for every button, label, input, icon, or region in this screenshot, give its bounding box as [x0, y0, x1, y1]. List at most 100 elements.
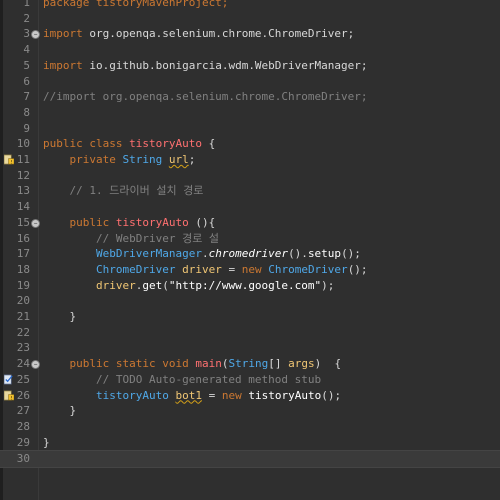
code-line[interactable]: 11! private String url; — [0, 152, 500, 168]
code-text[interactable] — [43, 419, 500, 435]
code-line[interactable]: 10 public class tistoryAuto { — [0, 136, 500, 152]
code-token: import — [43, 27, 83, 41]
code-line[interactable]: 13 // 1. 드라이버 설치 경로 — [0, 183, 500, 199]
code-token: } — [43, 310, 77, 323]
code-text[interactable]: public static void main(String[] args) { — [43, 356, 500, 372]
line-number: 9 — [23, 121, 30, 135]
code-text[interactable] — [43, 42, 500, 58]
code-line[interactable]: 2 — [0, 11, 500, 27]
code-text[interactable] — [43, 293, 500, 309]
line-number: 12 — [16, 168, 30, 182]
code-line[interactable]: 26! tistoryAuto bot1 = new tistoryAuto()… — [0, 388, 500, 404]
code-line[interactable]: 17 WebDriverManager.chromedriver().setup… — [0, 246, 500, 262]
code-text[interactable]: public class tistoryAuto { — [43, 136, 500, 152]
code-text[interactable] — [43, 121, 500, 137]
code-line[interactable]: 22 — [0, 325, 500, 341]
code-line[interactable]: 28 — [0, 419, 500, 435]
code-line[interactable]: 5 import io.github.bonigarcia.wdm.WebDriv… — [0, 58, 500, 74]
code-line[interactable]: 24− public static void main(String[] arg… — [0, 356, 500, 372]
code-text[interactable] — [43, 74, 500, 90]
code-line[interactable]: 23 — [0, 340, 500, 356]
code-token: ( — [162, 278, 169, 292]
code-token: (){ — [188, 215, 216, 229]
code-text[interactable] — [43, 325, 500, 341]
code-line[interactable]: 16 // WebDriver 경로 설 — [0, 231, 500, 247]
line-number: 24 — [16, 357, 30, 371]
code-text[interactable] — [43, 199, 500, 215]
code-text[interactable]: WebDriverManager.chromedriver().setup(); — [43, 246, 500, 262]
line-number: 13 — [16, 184, 30, 198]
code-line[interactable]: 20 — [0, 293, 500, 309]
fold-toggle-icon[interactable]: − — [31, 30, 40, 40]
code-line[interactable]: 8 — [0, 105, 500, 121]
code-token: //import org.openqa.selenium.chrome.Chro… — [43, 90, 368, 104]
code-text[interactable]: import org.openqa.selenium.chrome.Chrome… — [43, 26, 500, 42]
code-text[interactable]: package tistoryMavenProject; — [43, 0, 500, 11]
code-token: new — [221, 388, 242, 402]
code-line[interactable]: 30 — [0, 450, 500, 468]
code-text[interactable]: } — [43, 435, 500, 451]
code-text[interactable]: public tistoryAuto (){ — [43, 215, 500, 231]
code-token: private — [43, 153, 123, 166]
fold-toggle-icon[interactable]: − — [31, 360, 40, 370]
fold-toggle-icon[interactable]: − — [31, 218, 40, 228]
code-token: tistoryAuto — [248, 388, 322, 402]
svg-text:!: ! — [10, 159, 12, 165]
code-token: package tistoryMavenProject; — [43, 0, 229, 9]
code-text[interactable]: } — [43, 403, 500, 419]
warning-marker-icon[interactable]: ! — [4, 390, 14, 401]
svg-text:!: ! — [10, 395, 12, 401]
code-token: ) { — [314, 357, 342, 371]
code-token: = — [201, 388, 222, 402]
code-line[interactable]: 14 — [0, 199, 500, 215]
code-token: io.github.bonigarcia.wdm.WebDriverManage… — [82, 58, 368, 72]
code-line[interactable]: 6 — [0, 74, 500, 90]
code-token: tistoryAuto — [115, 215, 189, 229]
code-token: ); — [321, 278, 335, 292]
line-number: 8 — [23, 105, 30, 119]
code-line[interactable]: 1 package tistoryMavenProject; — [0, 0, 500, 11]
code-text[interactable] — [43, 105, 500, 121]
code-text[interactable]: //import org.openqa.selenium.chrome.Chro… — [43, 89, 500, 105]
code-token: { — [201, 137, 216, 151]
line-number: 16 — [16, 231, 30, 245]
code-text[interactable] — [43, 340, 500, 356]
line-number: 21 — [16, 310, 30, 323]
code-text[interactable] — [43, 451, 500, 467]
code-text[interactable]: driver.get("http://www.google.com"); — [43, 278, 500, 294]
code-text[interactable]: // WebDriver 경로 설 — [43, 231, 500, 247]
task-marker-icon[interactable] — [4, 374, 14, 385]
code-line[interactable]: 18 ChromeDriver driver = new ChromeDrive… — [0, 262, 500, 278]
code-token: ChromeDriver — [43, 262, 176, 276]
code-token: get — [142, 278, 163, 292]
code-text[interactable]: private String url; — [43, 152, 500, 168]
code-line[interactable]: 15− public tistoryAuto (){ — [0, 215, 500, 231]
code-line[interactable]: 27 } — [0, 403, 500, 419]
code-text[interactable]: // TODO Auto-generated method stub — [43, 372, 500, 388]
code-text[interactable]: import io.github.bonigarcia.wdm.WebDrive… — [43, 58, 500, 74]
code-editor[interactable]: 1 package tistoryMavenProject; 2 3− import o… — [0, 0, 500, 500]
code-token: ChromeDriver — [268, 262, 348, 276]
code-line[interactable]: 21 } — [0, 309, 500, 325]
code-token: // 1. 드라이버 설치 경로 — [43, 184, 204, 198]
code-text[interactable] — [43, 11, 500, 27]
code-text[interactable]: } — [43, 309, 500, 325]
code-line[interactable]: 7 //import org.openqa.selenium.chrome.Chr… — [0, 89, 500, 105]
line-number: 6 — [23, 74, 30, 88]
code-text[interactable]: ChromeDriver driver = new ChromeDriver()… — [43, 262, 500, 278]
warning-marker-icon[interactable]: ! — [4, 154, 14, 165]
code-line[interactable]: 3− import org.openqa.selenium.chrome.Chro… — [0, 26, 500, 42]
code-line[interactable]: 25 // TODO Auto-generated method stub — [0, 372, 500, 388]
code-line[interactable]: 4 — [0, 42, 500, 58]
code-token: public static void — [43, 357, 196, 371]
code-text[interactable]: // 1. 드라이버 설치 경로 — [43, 183, 500, 199]
code-line[interactable]: 29} — [0, 435, 500, 451]
code-text[interactable]: tistoryAuto bot1 = new tistoryAuto(); — [43, 388, 500, 404]
code-line[interactable]: 9 — [0, 121, 500, 137]
code-token: chromedriver — [208, 247, 289, 261]
code-line[interactable]: 19 driver.get("http://www.google.com"); — [0, 278, 500, 294]
code-line[interactable]: 12 — [0, 168, 500, 184]
code-text[interactable] — [43, 168, 500, 184]
line-number: 4 — [23, 43, 30, 57]
